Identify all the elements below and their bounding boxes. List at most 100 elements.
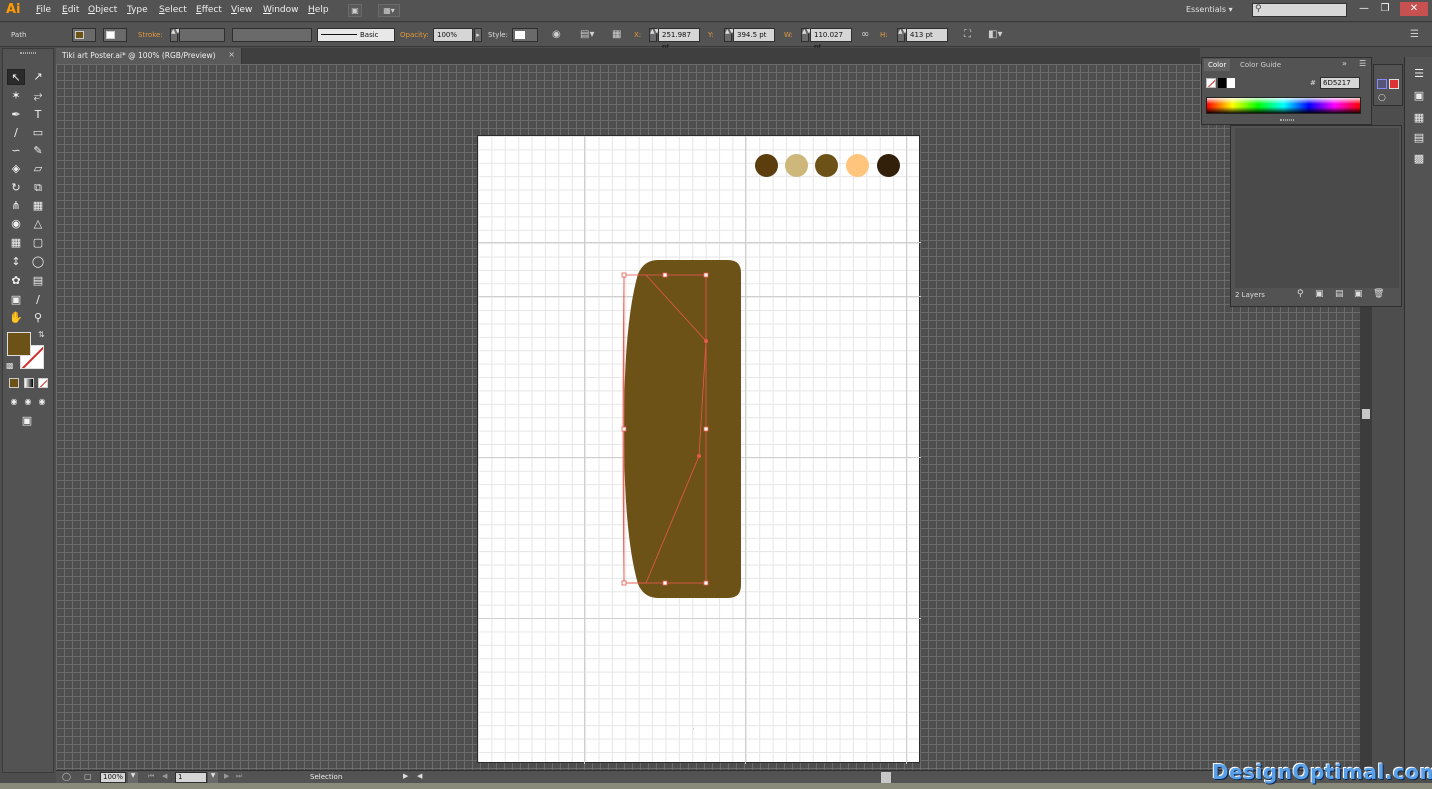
width-input[interactable]: 110.027 pt	[810, 28, 852, 51]
constrain-proportions-icon[interactable]: ∞	[861, 29, 869, 40]
artboard[interactable]: '	[477, 135, 921, 764]
x-stepper[interactable]: ▲▼	[649, 28, 659, 42]
pathfinder-icon[interactable]: ▩	[1412, 152, 1426, 166]
bounding-box-handle[interactable]	[703, 272, 709, 278]
default-colors-icon[interactable]: ▩	[6, 361, 14, 370]
graphic-style-dropdown[interactable]	[512, 28, 538, 42]
align-icon[interactable]: ▤▾	[580, 29, 594, 40]
status-text[interactable]: Selection	[310, 773, 342, 781]
last-artboard-icon[interactable]: ⏭	[236, 772, 242, 781]
bounding-box-handle[interactable]	[662, 580, 668, 586]
align-panel-icon[interactable]: ▤	[1412, 131, 1426, 145]
layers-list[interactable]	[1235, 128, 1399, 288]
pencil-tool-icon[interactable]: ✎	[29, 143, 47, 159]
slice-tool-icon[interactable]: ∕	[29, 292, 47, 308]
stroke-color-dropdown[interactable]	[103, 28, 127, 42]
bounding-box-handle[interactable]	[703, 426, 709, 432]
column-graph-tool-icon[interactable]: ▤	[29, 273, 47, 289]
search-input[interactable]: ⚲	[1252, 3, 1347, 17]
delete-layer-icon[interactable]: 🗑	[1373, 289, 1384, 299]
panel-collapse-icon[interactable]: »	[1342, 59, 1347, 68]
menu-select[interactable]: Select	[159, 5, 187, 15]
status-menu-arrow[interactable]: ▶	[403, 772, 408, 780]
mesh-tool-icon[interactable]: ▦	[7, 235, 25, 251]
locate-object-icon[interactable]: ⚲	[1297, 289, 1304, 299]
shape-builder-tool-icon[interactable]: ◉	[7, 216, 25, 232]
width-stepper[interactable]: ▲▼	[801, 28, 811, 42]
bounding-box-handle[interactable]	[621, 272, 627, 278]
stroke-weight-stepper[interactable]: ▲▼	[170, 28, 180, 42]
artboard-tool-icon[interactable]: ▣	[7, 292, 25, 308]
free-transform-tool-icon[interactable]: ▦	[29, 198, 47, 214]
color-mode-icon[interactable]	[9, 378, 19, 388]
swap-fill-stroke-icon[interactable]: ⇅	[38, 330, 45, 339]
x-input[interactable]: 251.987 pt	[658, 28, 700, 51]
make-clipping-mask-icon[interactable]: ▣	[1315, 289, 1324, 299]
recolor-artwork-icon[interactable]: ◉	[552, 29, 561, 40]
bounding-box-handle[interactable]	[662, 272, 668, 278]
previous-artboard-icon[interactable]: ◀	[162, 772, 167, 780]
opacity-label[interactable]: Opacity:	[400, 31, 429, 39]
perspective-grid-tool-icon[interactable]: △	[29, 216, 47, 232]
scale-tool-icon[interactable]: ⧉	[29, 180, 47, 196]
opacity-input[interactable]: 100%	[433, 28, 473, 42]
document-tab-close-icon[interactable]: ×	[228, 50, 235, 59]
color-panel-icon[interactable]	[1377, 79, 1387, 89]
menu-file[interactable]: File	[36, 5, 51, 15]
height-input[interactable]: 413 pt	[906, 28, 948, 42]
eyedropper-tool-icon[interactable]: ↕	[7, 254, 25, 270]
tiki-shape-path[interactable]	[624, 260, 741, 598]
symbol-sprayer-tool-icon[interactable]: ✿	[7, 273, 25, 289]
anchor-point[interactable]	[704, 339, 708, 343]
bridge-icon[interactable]: ▣	[348, 4, 362, 17]
bounding-box-handle[interactable]	[703, 580, 709, 586]
menu-effect[interactable]: Effect	[196, 5, 222, 15]
type-tool-icon[interactable]: T	[29, 107, 47, 123]
vertical-scrollbar-thumb[interactable]	[1362, 409, 1370, 419]
fill-dropdown[interactable]	[72, 28, 96, 42]
panel-menu-icon[interactable]: ☰	[1359, 59, 1366, 68]
ellipse-tool-icon[interactable]: ▭	[29, 125, 47, 141]
y-input[interactable]: 394.5 pt	[733, 28, 775, 42]
stroke-weight-input[interactable]	[179, 28, 225, 42]
screen-mode-icon[interactable]: ▣	[18, 413, 36, 429]
zoom-tool-icon[interactable]: ⚲	[29, 310, 47, 326]
none-mode-icon[interactable]	[38, 378, 48, 388]
tab-color-guide[interactable]: Color Guide	[1236, 59, 1285, 71]
swatch-panel-icon[interactable]	[1389, 79, 1399, 89]
blob-brush-tool-icon[interactable]: ◈	[7, 161, 25, 177]
isolate-icon[interactable]: ◧▾	[988, 29, 1002, 40]
next-artboard-icon[interactable]: ▶	[224, 772, 229, 780]
artboards-icon[interactable]: ▣	[1412, 89, 1426, 103]
gradient-mode-icon[interactable]	[24, 378, 34, 388]
menu-type[interactable]: Type	[127, 5, 148, 15]
transform-panel-icon[interactable]: ▦	[1412, 111, 1426, 125]
menu-view[interactable]: View	[231, 5, 252, 15]
panel-resize-grip[interactable]	[1280, 119, 1294, 121]
stroke-label[interactable]: Stroke:	[138, 31, 163, 39]
hex-input[interactable]: 6D5217	[1320, 77, 1360, 89]
create-sublayer-icon[interactable]: ▤	[1335, 289, 1344, 299]
canvas-area[interactable]: '	[56, 64, 1360, 770]
bounding-box-handle[interactable]	[621, 426, 627, 432]
menu-edit[interactable]: Edit	[62, 5, 79, 15]
color-spectrum[interactable]	[1206, 97, 1361, 114]
pen-tool-icon[interactable]: ✒	[7, 107, 25, 123]
gradient-tool-icon[interactable]: ▢	[29, 235, 47, 251]
brush-definition-dropdown[interactable]: Basic	[317, 28, 395, 42]
variable-width-profile-dropdown[interactable]	[232, 28, 312, 42]
lasso-tool-icon[interactable]: ⥂	[29, 88, 47, 104]
rotate-tool-icon[interactable]: ↻	[7, 180, 25, 196]
y-stepper[interactable]: ▲▼	[724, 28, 734, 42]
width-tool-icon[interactable]: ⋔	[7, 198, 25, 214]
fill-color-swatch[interactable]	[7, 332, 31, 356]
opacity-dropdown-arrow[interactable]: ▸	[474, 28, 482, 42]
artboard-number-input[interactable]: 1	[175, 772, 207, 783]
layers-icon[interactable]: ☰	[1412, 67, 1426, 81]
selection-tool-icon[interactable]: ↖	[7, 69, 25, 85]
eraser-tool-icon[interactable]: ▱	[29, 161, 47, 177]
workspace-switcher[interactable]: Essentials ▾	[1186, 5, 1233, 14]
color-white-chip[interactable]	[1227, 78, 1235, 88]
reference-point-icon[interactable]: ▦	[612, 29, 621, 40]
create-new-layer-icon[interactable]: ▣	[1354, 289, 1363, 299]
